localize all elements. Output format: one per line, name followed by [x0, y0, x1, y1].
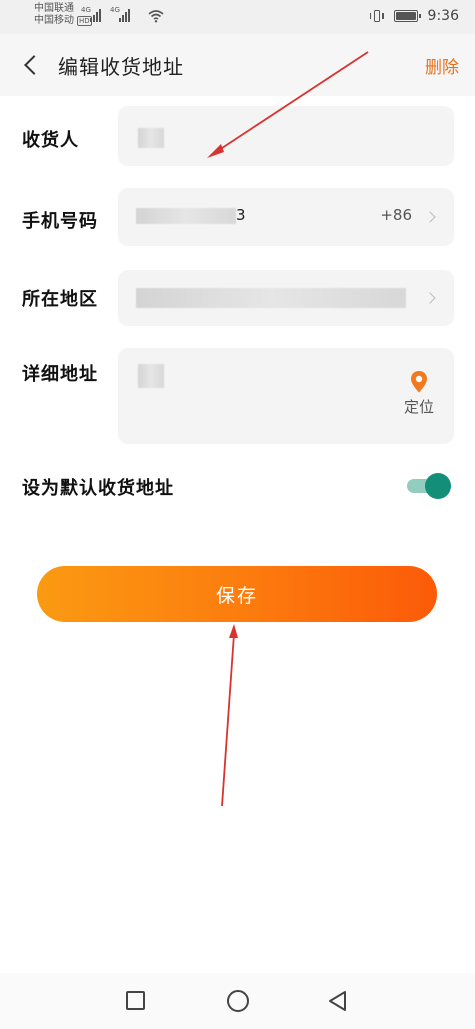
phone-label: 手机号码 — [22, 211, 98, 232]
signal-icon: 4G — [110, 6, 130, 22]
wifi-icon — [148, 10, 164, 23]
default-address-row: 设为默认收货地址 — [0, 470, 475, 502]
network-type-2: 4G — [110, 6, 120, 14]
default-address-label: 设为默认收货地址 — [22, 478, 174, 499]
status-bar: 中国联通 中国移动 HD 4G 4G 9:36 — [0, 0, 475, 34]
address-label: 详细地址 — [22, 364, 98, 385]
phone-input[interactable]: 3 +86 — [118, 188, 454, 246]
phone-row: 手机号码 3 +86 — [0, 188, 475, 246]
network-type-1: 4G — [81, 6, 91, 14]
recipient-value-masked — [138, 128, 164, 148]
signal-indicators: 4G 4G — [81, 6, 130, 22]
back-icon[interactable] — [14, 48, 48, 82]
chevron-right-icon — [424, 211, 436, 223]
phone-value-suffix: 3 — [236, 206, 246, 224]
phone-value-masked — [136, 208, 236, 224]
location-pin-icon — [410, 371, 427, 393]
address-value-masked — [138, 364, 164, 388]
signal-icon: 4G — [81, 6, 101, 22]
region-label: 所在地区 — [22, 289, 98, 310]
page-title: 编辑收货地址 — [58, 55, 184, 79]
recipient-label: 收货人 — [22, 130, 79, 151]
region-row: 所在地区 — [0, 270, 475, 326]
chevron-right-icon — [424, 292, 436, 304]
system-nav-bar — [0, 973, 475, 1029]
annotation-arrow-bottom — [221, 624, 238, 807]
nav-back-icon[interactable] — [327, 990, 349, 1012]
country-code[interactable]: +86 — [380, 206, 412, 224]
address-input[interactable]: 定位 — [118, 348, 454, 444]
carrier-1: 中国联通 — [34, 3, 74, 14]
locate-label: 定位 — [403, 398, 434, 416]
recipient-input[interactable] — [118, 106, 454, 166]
app-header: 编辑收货地址 删除 — [0, 34, 475, 96]
recipient-row: 收货人 — [0, 106, 475, 166]
save-button[interactable]: 保存 — [37, 566, 437, 622]
region-value-masked — [136, 288, 406, 308]
carrier-2: 中国移动 — [34, 15, 74, 26]
vibrate-icon — [369, 8, 384, 24]
battery-icon — [393, 10, 421, 22]
address-row: 详细地址 定位 — [0, 348, 475, 444]
status-right: 9:36 — [369, 8, 459, 24]
region-selector[interactable] — [118, 270, 454, 326]
clock: 9:36 — [427, 8, 459, 24]
locate-button[interactable]: 定位 — [404, 370, 434, 417]
home-icon[interactable] — [227, 990, 249, 1012]
recent-apps-icon[interactable] — [126, 991, 145, 1010]
default-address-toggle[interactable] — [407, 473, 451, 499]
delete-button[interactable]: 删除 — [425, 53, 459, 78]
